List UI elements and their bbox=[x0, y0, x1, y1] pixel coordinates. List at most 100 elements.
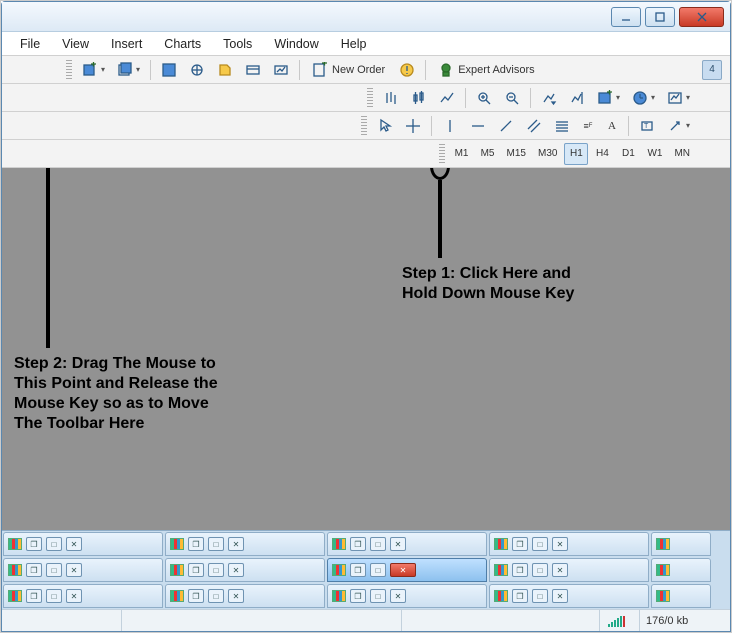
mdi-window[interactable]: ❐ □ ✕ bbox=[489, 584, 649, 608]
terminal-button[interactable] bbox=[240, 59, 266, 81]
tf-m1[interactable]: M1 bbox=[450, 143, 474, 165]
maximize-icon[interactable]: □ bbox=[208, 563, 224, 577]
mdi-window[interactable]: ❐□✕ bbox=[327, 584, 487, 608]
restore-icon[interactable]: ❐ bbox=[188, 537, 204, 551]
line-chart-button[interactable] bbox=[434, 87, 460, 109]
close-icon[interactable]: ✕ bbox=[552, 563, 568, 577]
mdi-window[interactable] bbox=[651, 584, 711, 608]
menu-view[interactable]: View bbox=[52, 35, 99, 53]
maximize-icon[interactable]: □ bbox=[532, 537, 548, 551]
restore-icon[interactable]: ❐ bbox=[188, 589, 204, 603]
restore-icon[interactable]: ❐ bbox=[188, 563, 204, 577]
mdi-window[interactable]: ❐ □ ✕ bbox=[327, 532, 487, 556]
candlestick-button[interactable] bbox=[406, 87, 432, 109]
maximize-icon[interactable]: □ bbox=[532, 589, 548, 603]
restore-icon[interactable]: ❐ bbox=[512, 537, 528, 551]
vertical-line-button[interactable] bbox=[437, 115, 463, 137]
maximize-icon[interactable]: □ bbox=[370, 537, 386, 551]
restore-icon[interactable]: ❐ bbox=[350, 563, 366, 577]
channel-button[interactable] bbox=[521, 115, 547, 137]
trendline-button[interactable] bbox=[493, 115, 519, 137]
data-window-button[interactable] bbox=[212, 59, 238, 81]
zoom-out-button[interactable] bbox=[499, 87, 525, 109]
restore-icon[interactable]: ❐ bbox=[350, 589, 366, 603]
text-label-button[interactable]: T bbox=[634, 115, 660, 137]
tf-mn[interactable]: MN bbox=[669, 143, 695, 165]
mdi-window[interactable]: ❐ □ ✕ bbox=[165, 584, 325, 608]
maximize-icon[interactable]: □ bbox=[46, 563, 62, 577]
horizontal-line-button[interactable] bbox=[465, 115, 491, 137]
menu-insert[interactable]: Insert bbox=[101, 35, 152, 53]
mdi-window[interactable]: ❐□✕ bbox=[3, 532, 163, 556]
auto-scroll-button[interactable] bbox=[536, 87, 562, 109]
close-icon[interactable]: ✕ bbox=[390, 563, 416, 577]
maximize-icon[interactable]: □ bbox=[46, 589, 62, 603]
maximize-icon[interactable]: □ bbox=[208, 589, 224, 603]
close-icon[interactable]: ✕ bbox=[552, 537, 568, 551]
minimize-button[interactable] bbox=[611, 7, 641, 27]
close-icon[interactable]: ✕ bbox=[66, 563, 82, 577]
menu-charts[interactable]: Charts bbox=[154, 35, 211, 53]
indicators-button[interactable] bbox=[592, 87, 625, 109]
maximize-icon[interactable]: □ bbox=[46, 537, 62, 551]
maximize-icon[interactable]: □ bbox=[370, 563, 386, 577]
alerts-badge[interactable]: 4 bbox=[702, 60, 722, 80]
mdi-window[interactable] bbox=[651, 532, 711, 556]
menu-file[interactable]: File bbox=[10, 35, 50, 53]
toolbar-grip[interactable] bbox=[439, 144, 445, 164]
mdi-window[interactable]: ❐ □ ✕ bbox=[165, 558, 325, 582]
new-chart-button[interactable] bbox=[77, 59, 110, 81]
maximize-icon[interactable]: □ bbox=[208, 537, 224, 551]
tf-h4[interactable]: H4 bbox=[590, 143, 614, 165]
mdi-window-active[interactable]: ❐ □ ✕ bbox=[327, 558, 487, 582]
arrows-button[interactable] bbox=[662, 115, 695, 137]
expert-advisors-button[interactable]: Expert Advisors bbox=[431, 59, 541, 81]
tf-h1[interactable]: H1 bbox=[564, 143, 588, 165]
profiles-button[interactable] bbox=[112, 59, 145, 81]
navigator-button[interactable] bbox=[184, 59, 210, 81]
mdi-window[interactable]: ❐□✕ bbox=[489, 558, 649, 582]
text-button[interactable]: A bbox=[601, 115, 623, 137]
close-icon[interactable]: ✕ bbox=[66, 589, 82, 603]
toolbar-grip[interactable] bbox=[66, 60, 72, 80]
maximize-button[interactable] bbox=[645, 7, 675, 27]
restore-icon[interactable]: ❐ bbox=[350, 537, 366, 551]
toolbar-grip[interactable] bbox=[367, 88, 373, 108]
tf-d1[interactable]: D1 bbox=[616, 143, 640, 165]
zoom-in-button[interactable] bbox=[471, 87, 497, 109]
equidistant-button[interactable]: ≡F bbox=[577, 115, 599, 137]
strategy-tester-button[interactable] bbox=[268, 59, 294, 81]
tf-m30[interactable]: M30 bbox=[533, 143, 562, 165]
tf-w1[interactable]: W1 bbox=[642, 143, 667, 165]
maximize-icon[interactable]: □ bbox=[532, 563, 548, 577]
restore-icon[interactable]: ❐ bbox=[512, 589, 528, 603]
mdi-window[interactable]: ❐□✕ bbox=[3, 584, 163, 608]
toolbar-grip[interactable] bbox=[361, 116, 367, 136]
mdi-window[interactable]: ❐ □ ✕ bbox=[3, 558, 163, 582]
menu-tools[interactable]: Tools bbox=[213, 35, 262, 53]
close-icon[interactable]: ✕ bbox=[66, 537, 82, 551]
chart-shift-button[interactable] bbox=[564, 87, 590, 109]
cursor-button[interactable] bbox=[372, 115, 398, 137]
mdi-window[interactable]: ❐ □ ✕ bbox=[489, 532, 649, 556]
crosshair-button[interactable] bbox=[400, 115, 426, 137]
bar-chart-button[interactable] bbox=[378, 87, 404, 109]
chart-workspace[interactable]: 2. 1. Step 1: Click Here and Hold Down M… bbox=[2, 168, 730, 530]
close-icon[interactable]: ✕ bbox=[552, 589, 568, 603]
periodicity-button[interactable] bbox=[627, 87, 660, 109]
menu-help[interactable]: Help bbox=[331, 35, 377, 53]
tf-m5[interactable]: M5 bbox=[476, 143, 500, 165]
templates-button[interactable] bbox=[662, 87, 695, 109]
mdi-window[interactable] bbox=[651, 558, 711, 582]
close-button[interactable] bbox=[679, 7, 724, 27]
restore-icon[interactable]: ❐ bbox=[26, 563, 42, 577]
close-icon[interactable]: ✕ bbox=[390, 589, 406, 603]
new-order-button[interactable]: New Order bbox=[305, 59, 392, 81]
close-icon[interactable]: ✕ bbox=[228, 537, 244, 551]
market-watch-button[interactable] bbox=[156, 59, 182, 81]
close-icon[interactable]: ✕ bbox=[228, 563, 244, 577]
tf-m15[interactable]: M15 bbox=[502, 143, 531, 165]
close-icon[interactable]: ✕ bbox=[390, 537, 406, 551]
menu-window[interactable]: Window bbox=[264, 35, 328, 53]
close-icon[interactable]: ✕ bbox=[228, 589, 244, 603]
